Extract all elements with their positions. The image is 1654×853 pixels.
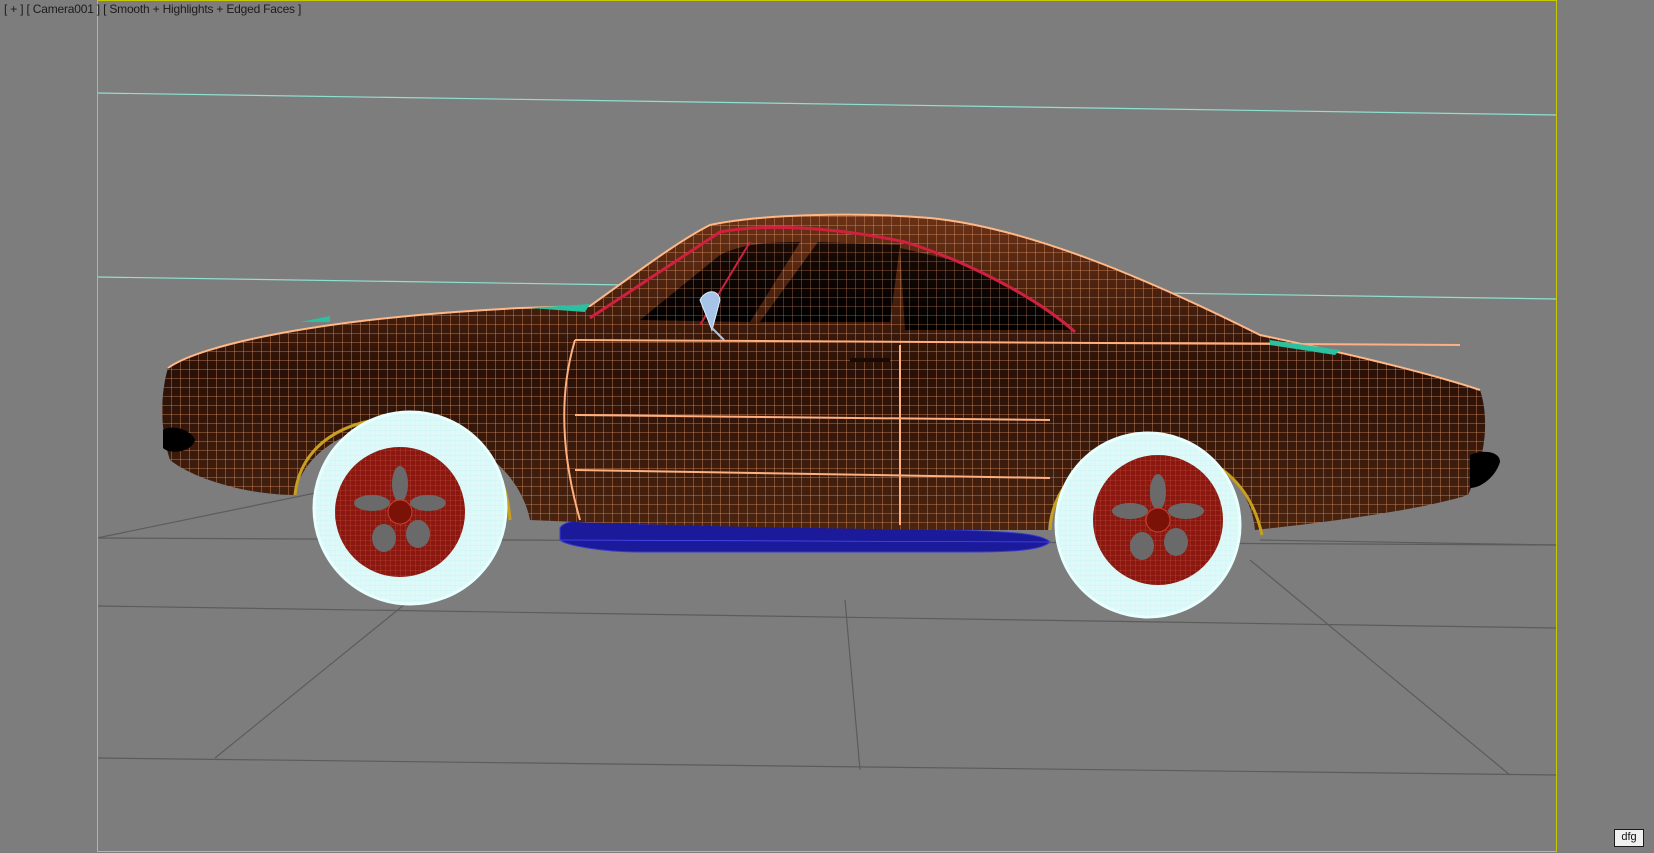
scene-render [96, 92, 1558, 776]
shading-mode-button[interactable]: [ Smooth + Highlights + Edged Faces ] [103, 2, 301, 16]
viewport-label: [ + ] [ Camera001 ] [ Smooth + Highlight… [4, 2, 301, 16]
front-wheel [312, 410, 508, 606]
viewport-menu-button[interactable]: [ + ] [4, 2, 24, 16]
viewport-badge[interactable]: dfg [1614, 829, 1644, 847]
camera-select-button[interactable]: [ Camera001 ] [27, 2, 101, 16]
3d-viewport[interactable]: [ + ] [ Camera001 ] [ Smooth + Highlight… [0, 0, 1654, 853]
rear-wheel [1054, 431, 1242, 619]
